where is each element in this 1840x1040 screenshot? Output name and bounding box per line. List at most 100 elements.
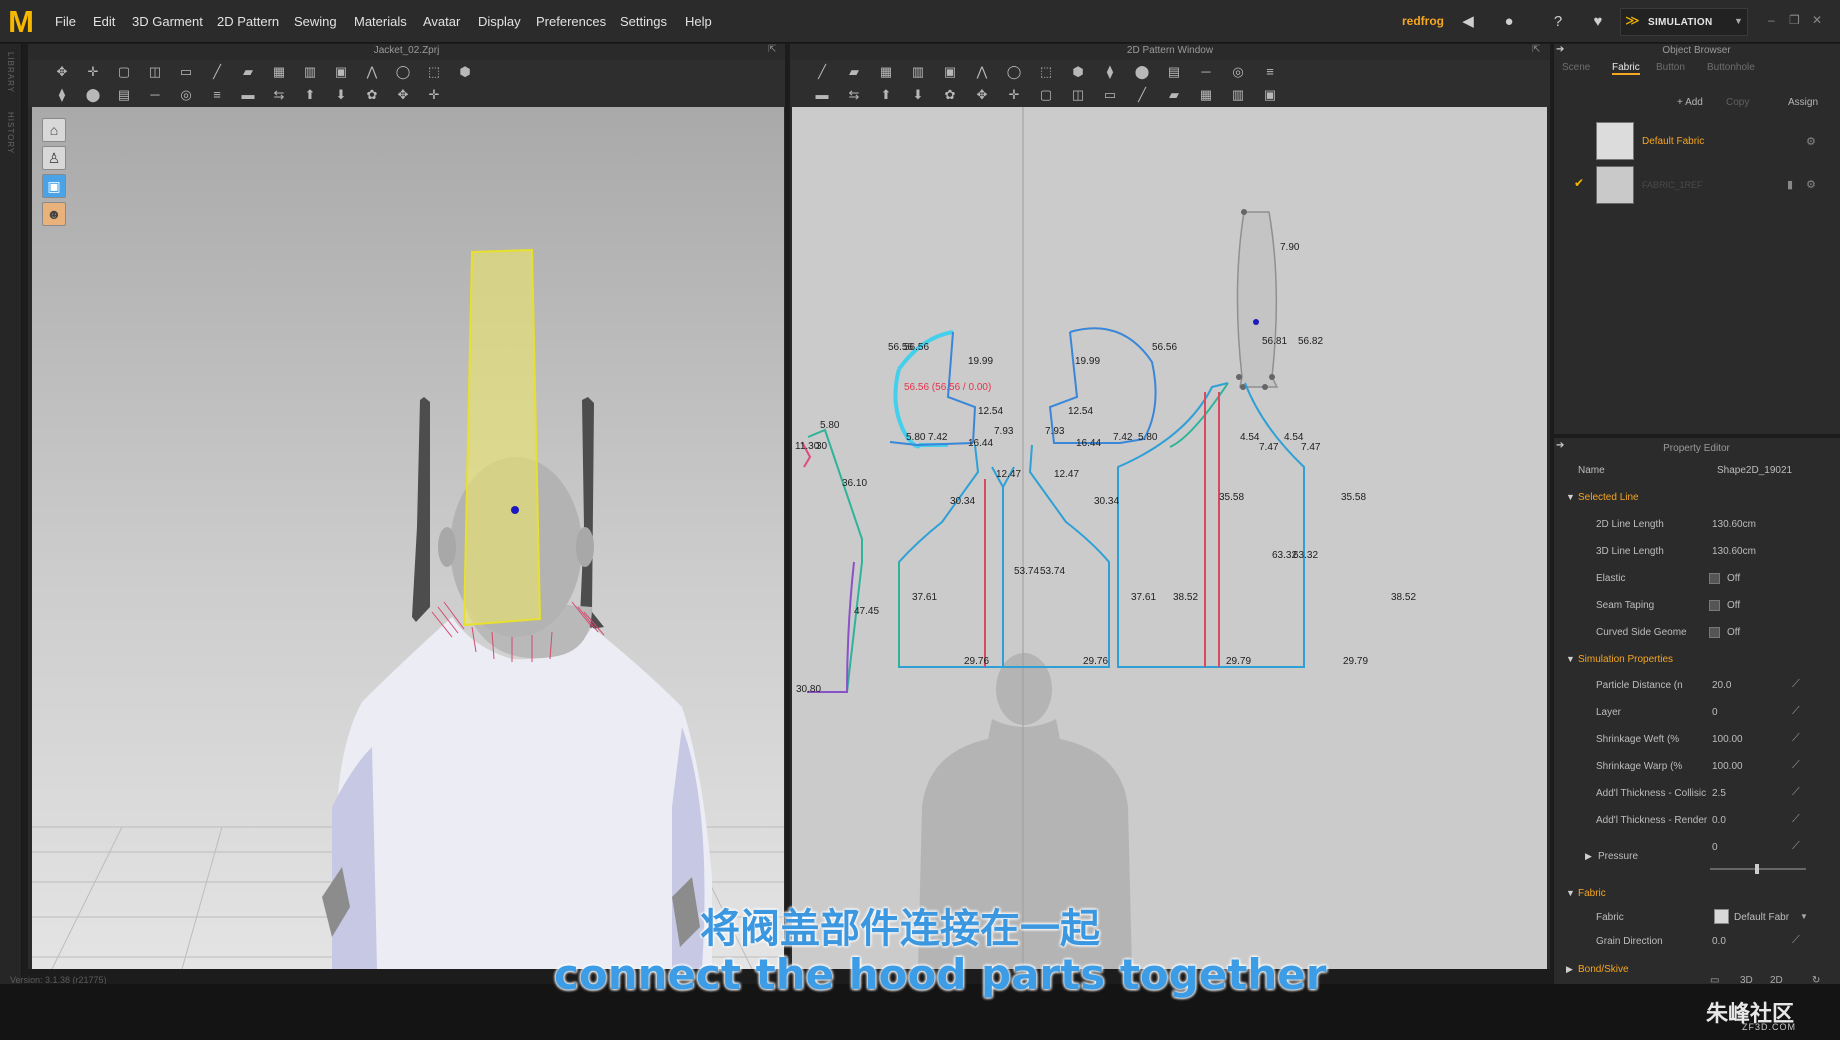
tool-2d-0-5-icon[interactable]: ⋀ xyxy=(972,63,992,81)
tool-2d-0-2-icon[interactable]: ▦ xyxy=(876,63,896,81)
sim-value-3[interactable]: 100.00 xyxy=(1712,761,1743,772)
tool-2d-1-12-icon[interactable]: ▦ xyxy=(1196,86,1216,104)
menu-edit[interactable]: Edit xyxy=(93,14,115,29)
sim-value-4[interactable]: 2.5 xyxy=(1712,788,1726,799)
tool-3d-1-9-icon[interactable]: ⬇ xyxy=(331,86,351,104)
tool-3d-1-11-icon[interactable]: ✥ xyxy=(393,86,413,104)
tool-3d-1-1-icon[interactable]: ⬤ xyxy=(83,86,103,104)
restore-icon[interactable]: ❐ xyxy=(1789,13,1800,27)
fabric-dropdown-icon[interactable]: ▼ xyxy=(1800,912,1808,921)
tool-2d-0-9-icon[interactable]: ⧫ xyxy=(1100,63,1120,81)
tool-2d-0-0-icon[interactable]: ╱ xyxy=(812,63,832,81)
garment-icon[interactable]: ♥ xyxy=(1587,12,1609,32)
tool-3d-1-0-icon[interactable]: ⧫ xyxy=(52,86,72,104)
menu-materials[interactable]: Materials xyxy=(354,14,407,29)
expand-fabric-icon[interactable]: ▼ xyxy=(1566,888,1575,898)
sim-reset-4-icon[interactable]: ⟋ xyxy=(1792,786,1800,799)
tool-2d-1-13-icon[interactable]: ▥ xyxy=(1228,86,1248,104)
tool-2d-0-11-icon[interactable]: ▤ xyxy=(1164,63,1184,81)
tool-2d-1-1-icon[interactable]: ⇆ xyxy=(844,86,864,104)
fabric-item-default[interactable]: Default Fabric xyxy=(1642,136,1704,147)
fabric-item-ref[interactable]: FABRIC_1REF xyxy=(1642,180,1703,190)
tool-3d-0-13-icon[interactable]: ⬢ xyxy=(455,63,475,81)
expand-selected-line-icon[interactable]: ▼ xyxy=(1566,492,1575,502)
history-tab[interactable]: HISTORY xyxy=(6,112,15,154)
sim-reset-1-icon[interactable]: ⟋ xyxy=(1792,705,1800,718)
tool-2d-0-3-icon[interactable]: ▥ xyxy=(908,63,928,81)
tool-3d-0-9-icon[interactable]: ▣ xyxy=(331,63,351,81)
tool-2d-1-8-icon[interactable]: ◫ xyxy=(1068,86,1088,104)
fabric-swatch-ref[interactable] xyxy=(1596,166,1634,204)
fabric-settings-icon[interactable]: ⚙ xyxy=(1806,135,1816,148)
prop-value-2[interactable]: Off xyxy=(1727,573,1740,584)
sim-reset-5-icon[interactable]: ⟋ xyxy=(1792,813,1800,826)
help-icon[interactable]: ? xyxy=(1547,12,1569,32)
fabric-prop-value[interactable]: Default Fabr xyxy=(1734,912,1789,923)
sim-reset-3-icon[interactable]: ⟋ xyxy=(1792,759,1800,772)
trash-icon[interactable]: ▮ xyxy=(1787,178,1793,191)
tool-3d-0-4-icon[interactable]: ▭ xyxy=(176,63,196,81)
tool-3d-1-5-icon[interactable]: ≡ xyxy=(207,86,227,104)
tool-2d-0-13-icon[interactable]: ◎ xyxy=(1228,63,1248,81)
tool-3d-0-3-icon[interactable]: ◫ xyxy=(145,63,165,81)
prop-checkbox-4[interactable] xyxy=(1709,627,1720,638)
tool-2d-1-3-icon[interactable]: ⬇ xyxy=(908,86,928,104)
sim-reset-2-icon[interactable]: ⟋ xyxy=(1792,732,1800,745)
pressure-reset-icon[interactable]: ⟋ xyxy=(1792,840,1800,853)
tool-2d-1-2-icon[interactable]: ⬆ xyxy=(876,86,896,104)
menu-2d-pattern[interactable]: 2D Pattern xyxy=(217,14,279,29)
expand-pressure-icon[interactable]: ▶ xyxy=(1585,851,1592,862)
viewport-3d[interactable] xyxy=(32,107,784,969)
prop-value-3[interactable]: Off xyxy=(1727,600,1740,611)
tool-3d-0-7-icon[interactable]: ▦ xyxy=(269,63,289,81)
tab-scene[interactable]: Scene xyxy=(1562,62,1590,73)
view-garment-icon[interactable]: ▣ xyxy=(42,174,66,198)
tool-3d-0-12-icon[interactable]: ⬚ xyxy=(424,63,444,81)
menu-help[interactable]: Help xyxy=(685,14,712,29)
prop-value-1[interactable]: 130.60cm xyxy=(1712,546,1756,557)
tool-2d-1-0-icon[interactable]: ▬ xyxy=(812,86,832,104)
tool-2d-1-14-icon[interactable]: ▣ xyxy=(1260,86,1280,104)
add-fabric-button[interactable]: + Add xyxy=(1677,97,1703,108)
fabric-swatch-default[interactable] xyxy=(1596,122,1634,160)
tool-2d-1-7-icon[interactable]: ▢ xyxy=(1036,86,1056,104)
tool-2d-0-10-icon[interactable]: ⬤ xyxy=(1132,63,1152,81)
tool-3d-0-1-icon[interactable]: ✛ xyxy=(83,63,103,81)
tool-2d-1-9-icon[interactable]: ▭ xyxy=(1100,86,1120,104)
tool-3d-0-0-icon[interactable]: ✥ xyxy=(52,63,72,81)
tool-3d-0-6-icon[interactable]: ▰ xyxy=(238,63,258,81)
tool-2d-1-10-icon[interactable]: ╱ xyxy=(1132,86,1152,104)
section-simulation-properties[interactable]: Simulation Properties xyxy=(1578,654,1673,665)
tool-2d-0-1-icon[interactable]: ▰ xyxy=(844,63,864,81)
tool-2d-1-4-icon[interactable]: ✿ xyxy=(940,86,960,104)
menu-preferences[interactable]: Preferences xyxy=(536,14,606,29)
sim-reset-0-icon[interactable]: ⟋ xyxy=(1792,678,1800,691)
section-bond-skive[interactable]: Bond/Skive xyxy=(1578,964,1629,975)
speaker-icon[interactable]: ◀ xyxy=(1457,12,1479,32)
tool-3d-0-10-icon[interactable]: ⋀ xyxy=(362,63,382,81)
menu-sewing[interactable]: Sewing xyxy=(294,14,337,29)
user-icon[interactable]: ● xyxy=(1498,12,1520,32)
pressure-slider-handle[interactable] xyxy=(1755,864,1759,874)
tool-2d-1-11-icon[interactable]: ▰ xyxy=(1164,86,1184,104)
view-avatar-icon[interactable]: ♙ xyxy=(42,146,66,170)
tab-fabric[interactable]: Fabric xyxy=(1612,62,1640,75)
sim-value-0[interactable]: 20.0 xyxy=(1712,680,1731,691)
tab-buttonhole[interactable]: Buttonhole xyxy=(1707,62,1755,73)
menu-file[interactable]: File xyxy=(55,14,76,29)
tool-3d-0-8-icon[interactable]: ▥ xyxy=(300,63,320,81)
close-icon[interactable]: ✕ xyxy=(1812,13,1822,27)
tab-button[interactable]: Button xyxy=(1656,62,1685,73)
tool-3d-1-12-icon[interactable]: ✛ xyxy=(424,86,444,104)
copy-fabric-button[interactable]: Copy xyxy=(1726,97,1749,108)
tool-2d-0-14-icon[interactable]: ≡ xyxy=(1260,63,1280,81)
name-value[interactable]: Shape2D_19021 xyxy=(1717,465,1792,476)
undock-2d-icon[interactable]: ⇱ xyxy=(1532,44,1540,55)
viewport-2d[interactable] xyxy=(792,107,1547,969)
expand-bond-icon[interactable]: ▶ xyxy=(1566,964,1573,975)
tool-2d-0-7-icon[interactable]: ⬚ xyxy=(1036,63,1056,81)
menu-display[interactable]: Display xyxy=(478,14,521,29)
prop-value-0[interactable]: 130.60cm xyxy=(1712,519,1756,530)
grain-reset-icon[interactable]: ⟋ xyxy=(1792,934,1800,947)
tool-3d-0-2-icon[interactable]: ▢ xyxy=(114,63,134,81)
